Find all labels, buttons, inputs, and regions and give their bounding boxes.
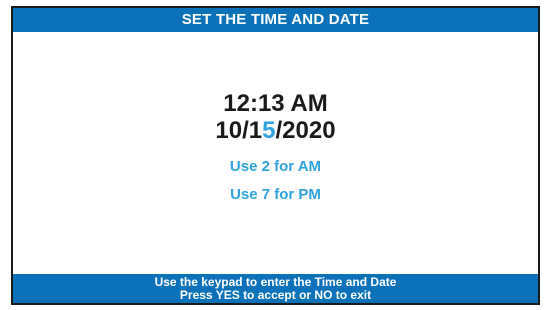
date-part-before-cursor: 10/1 <box>215 117 263 144</box>
footer-instruction-line-2: Press YES to accept or NO to exit <box>179 288 372 302</box>
date-cursor-digit: 5 <box>262 117 276 144</box>
time-date-content: 12:13 AM 10/15/2020 Use 2 for AM Use 7 f… <box>13 32 538 276</box>
time-date-screen: SET THE TIME AND DATE 12:13 AM 10/15/202… <box>11 6 540 305</box>
date-display: 10/15/2020 <box>13 117 538 145</box>
am-hint: Use 2 for AM <box>229 158 322 175</box>
time-display: 12:13 AM <box>223 90 328 117</box>
pm-hint: Use 7 for PM <box>230 186 321 203</box>
date-part-after-cursor: /2020 <box>275 117 336 144</box>
instruction-footer: Use the keypad to enter the Time and Dat… <box>13 274 538 303</box>
screen-title: SET THE TIME AND DATE <box>13 8 538 32</box>
